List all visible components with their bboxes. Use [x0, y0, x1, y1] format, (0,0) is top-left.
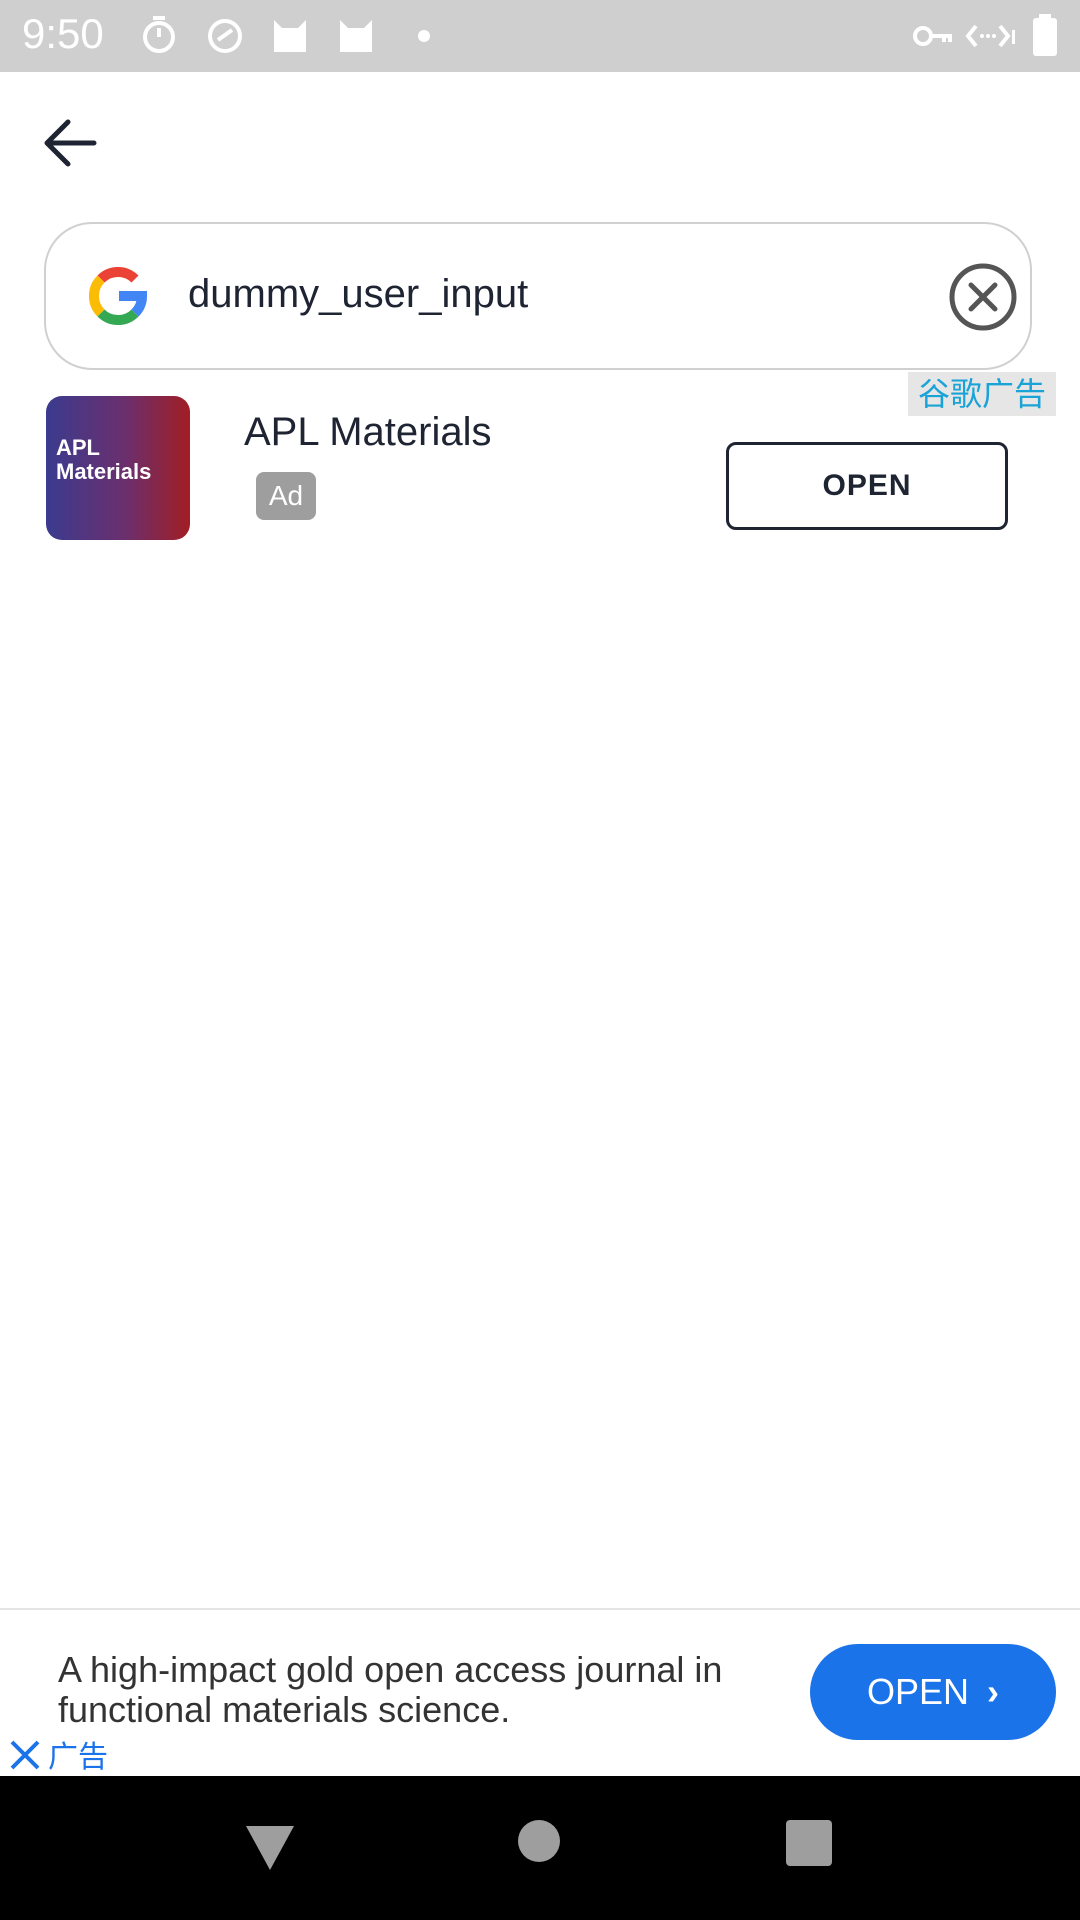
timer-icon [143, 16, 175, 53]
banner-open-label: OPEN [866, 1671, 970, 1712]
banner-close-button[interactable] [8, 1738, 42, 1772]
ad-badge: Ad [256, 472, 316, 520]
back-button[interactable] [36, 108, 106, 178]
app-icon-line1: APL [56, 435, 100, 460]
chevron-right-icon: › [987, 1671, 1000, 1712]
search-bar[interactable]: dummy_user_input [44, 222, 1032, 370]
cat-icon [340, 20, 372, 52]
battery-icon [1033, 14, 1057, 56]
status-bar: 9:50 [0, 0, 1080, 72]
data-arrows-icon [965, 24, 1015, 48]
vpn-key-icon [913, 26, 952, 46]
system-nav-bar [0, 1776, 1080, 1920]
app-icon-line2: Materials [56, 459, 152, 484]
speedometer-icon [208, 19, 242, 53]
google-g-icon [88, 266, 148, 326]
clear-search-button[interactable] [948, 262, 1018, 332]
dot-icon [418, 30, 430, 42]
banner-ad-label: 广告 [48, 1741, 108, 1774]
nav-home-button[interactable] [518, 1820, 560, 1862]
google-ads-badge: 谷歌广告 [908, 372, 1056, 416]
banner-open-button[interactable]: OPEN › [810, 1644, 1056, 1740]
result-title[interactable]: APL Materials [244, 410, 492, 455]
nav-recents-button[interactable] [786, 1820, 832, 1866]
close-x-icon [10, 1740, 40, 1770]
status-time: 9:50 [22, 10, 104, 57]
close-circle-icon [949, 263, 1017, 331]
nav-back-icon[interactable] [242, 1820, 298, 1876]
bottom-ad-banner[interactable]: A high-impact gold open access journal i… [0, 1608, 1080, 1776]
banner-text: A high-impact gold open access journal i… [58, 1649, 723, 1730]
cat-icon [274, 20, 306, 52]
arrow-left-icon [44, 119, 97, 167]
app-icon[interactable]: APL Materials [46, 396, 190, 540]
search-input[interactable]: dummy_user_input [188, 272, 528, 317]
open-button[interactable]: OPEN [726, 442, 1008, 530]
